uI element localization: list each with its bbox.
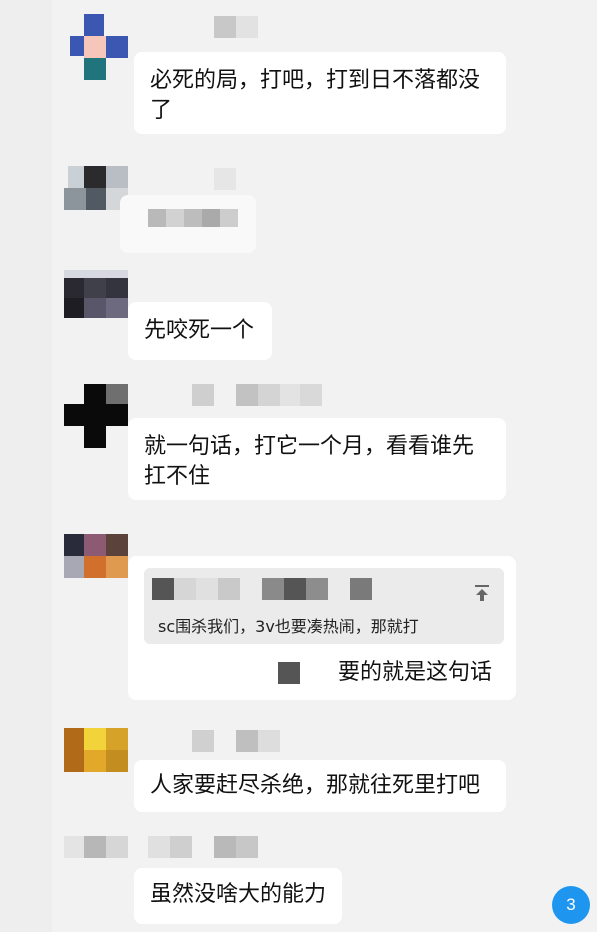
sender-name (214, 16, 258, 38)
avatar[interactable] (64, 534, 128, 598)
message-text: 要的就是这句话 (338, 660, 493, 685)
avatar[interactable] (64, 166, 128, 230)
avatar[interactable] (64, 384, 128, 448)
quoted-text: sc围杀我们，3v也要凑热闹，那就打 (158, 617, 419, 636)
avatar[interactable] (64, 14, 128, 80)
sender-name (148, 836, 258, 858)
unread-count-badge[interactable]: 3 (552, 886, 590, 924)
avatar[interactable] (64, 728, 128, 792)
message-text: 人家要赶尽杀绝，那就往死里打吧 (150, 773, 481, 798)
message-bubble[interactable]: sc围杀我们，3v也要凑热闹，那就打 要的就是这句话 (128, 556, 516, 700)
message-text: 虽然没啥大的能力 (150, 882, 327, 907)
avatar[interactable] (64, 836, 128, 900)
quoted-message[interactable]: sc围杀我们，3v也要凑热闹，那就打 (144, 568, 504, 644)
message-text: 就一句话，打它一个月，看看谁先扛不住 (144, 434, 475, 489)
avatar[interactable] (64, 270, 128, 334)
message-bubble[interactable]: 人家要赶尽杀绝，那就往死里打吧 (134, 760, 506, 812)
message-bubble[interactable]: 虽然没啥大的能力 (134, 868, 342, 924)
message-bubble[interactable]: 就一句话，打它一个月，看看谁先扛不住 (128, 418, 506, 500)
message-bubble[interactable]: 先咬死一个 (128, 302, 272, 360)
image-message[interactable] (120, 195, 256, 253)
pin-top-icon[interactable] (472, 582, 492, 602)
message-text: 先咬死一个 (144, 318, 255, 343)
sender-name (192, 384, 322, 406)
sender-name (192, 730, 302, 752)
redacted-block (278, 662, 300, 684)
message-bubble[interactable]: 必死的局，打吧，打到日不落都没了 (134, 52, 506, 134)
chat-margin (0, 0, 52, 932)
message-text: 必死的局，打吧，打到日不落都没了 (150, 68, 481, 123)
sender-name (214, 168, 238, 190)
quoted-sender-name (152, 578, 372, 600)
